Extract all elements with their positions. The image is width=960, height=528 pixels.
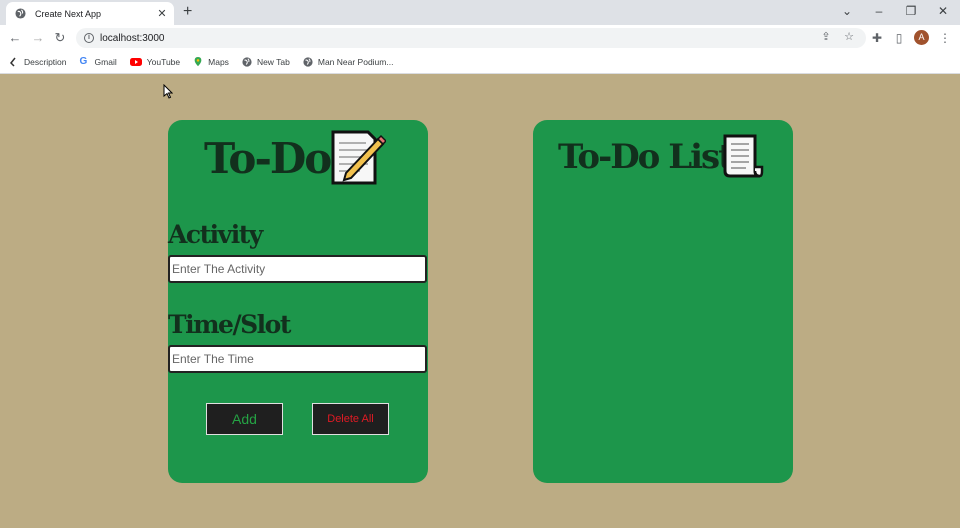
back-arrow-icon[interactable]: ← bbox=[7, 30, 23, 46]
bookmark-label: Gmail bbox=[94, 56, 117, 67]
time-slot-label: Time/Slot bbox=[168, 310, 291, 339]
bookmark-gmail[interactable]: G Gmail bbox=[79, 55, 117, 67]
time-input[interactable] bbox=[168, 345, 427, 373]
memo-pencil-icon bbox=[331, 130, 386, 185]
maps-pin-icon bbox=[194, 56, 202, 66]
delete-all-button[interactable]: Delete All bbox=[312, 403, 389, 435]
bookmark-label: YouTube bbox=[146, 56, 181, 67]
todo-title: To-Do bbox=[204, 134, 332, 183]
globe-icon bbox=[242, 56, 252, 67]
page-scroll-icon bbox=[723, 134, 764, 178]
minimize-icon[interactable]: – bbox=[871, 4, 887, 18]
bookmark-label: Maps bbox=[208, 56, 229, 67]
mouse-cursor-icon bbox=[163, 84, 173, 99]
bookmark-youtube[interactable]: YouTube bbox=[129, 56, 181, 67]
forward-arrow-icon[interactable]: → bbox=[30, 30, 46, 46]
address-bar[interactable]: i localhost:3000 bbox=[76, 28, 866, 48]
youtube-icon bbox=[129, 57, 142, 66]
bookmark-man-near-podium[interactable]: Man Near Podium... bbox=[303, 56, 394, 67]
bookmark-maps[interactable]: Maps bbox=[193, 56, 229, 67]
browser-toolbar: ← → ↻ i localhost:3000 ⇪ ☆ ✚ ▯ A ⋮ bbox=[0, 25, 960, 50]
restore-icon[interactable]: ❐ bbox=[903, 4, 919, 18]
share-icon[interactable]: ⇪ bbox=[819, 30, 833, 44]
tab-title: Create Next App bbox=[35, 8, 102, 19]
activity-input[interactable] bbox=[168, 255, 427, 283]
activity-label: Activity bbox=[168, 220, 263, 249]
todo-form-card: To-Do Activity Time/Slot Add Delete All bbox=[168, 120, 428, 483]
tab-close-icon[interactable]: ✕ bbox=[156, 7, 168, 20]
todo-list-card: To-Do List bbox=[533, 120, 793, 483]
url-text: localhost:3000 bbox=[100, 32, 165, 44]
globe-icon bbox=[303, 56, 313, 67]
extensions-puzzle-icon[interactable]: ✚ bbox=[869, 30, 885, 46]
menu-kebab-icon[interactable]: ⋮ bbox=[937, 30, 953, 46]
new-tab-button[interactable]: + bbox=[183, 4, 192, 20]
site-info-icon[interactable]: i bbox=[84, 33, 94, 43]
globe-icon bbox=[15, 8, 26, 19]
google-g-icon: G bbox=[79, 55, 88, 67]
close-window-icon[interactable]: ✕ bbox=[935, 4, 951, 18]
bookmarks-bar: Description G Gmail YouTube Maps New Tab… bbox=[0, 50, 960, 74]
bookmark-label: New Tab bbox=[256, 56, 290, 67]
bookmark-star-icon[interactable]: ☆ bbox=[842, 30, 856, 44]
profile-avatar[interactable]: A bbox=[914, 30, 929, 45]
tab-search-chevron-icon[interactable]: ⌄ bbox=[839, 4, 855, 18]
bookmark-label: Description bbox=[24, 56, 67, 67]
add-button[interactable]: Add bbox=[206, 403, 283, 435]
description-favicon bbox=[9, 57, 16, 67]
bookmark-new-tab[interactable]: New Tab bbox=[242, 57, 290, 67]
bookmark-label: Man Near Podium... bbox=[317, 56, 394, 67]
todo-list-title: To-Do List bbox=[558, 137, 734, 177]
browser-tab[interactable]: Create Next App ✕ bbox=[6, 2, 174, 25]
bookmark-description[interactable]: Description bbox=[9, 57, 67, 67]
reload-icon[interactable]: ↻ bbox=[52, 30, 68, 46]
side-panel-icon[interactable]: ▯ bbox=[891, 30, 907, 46]
browser-tab-strip: Create Next App ✕ + ⌄ – ❐ ✕ bbox=[0, 0, 960, 25]
